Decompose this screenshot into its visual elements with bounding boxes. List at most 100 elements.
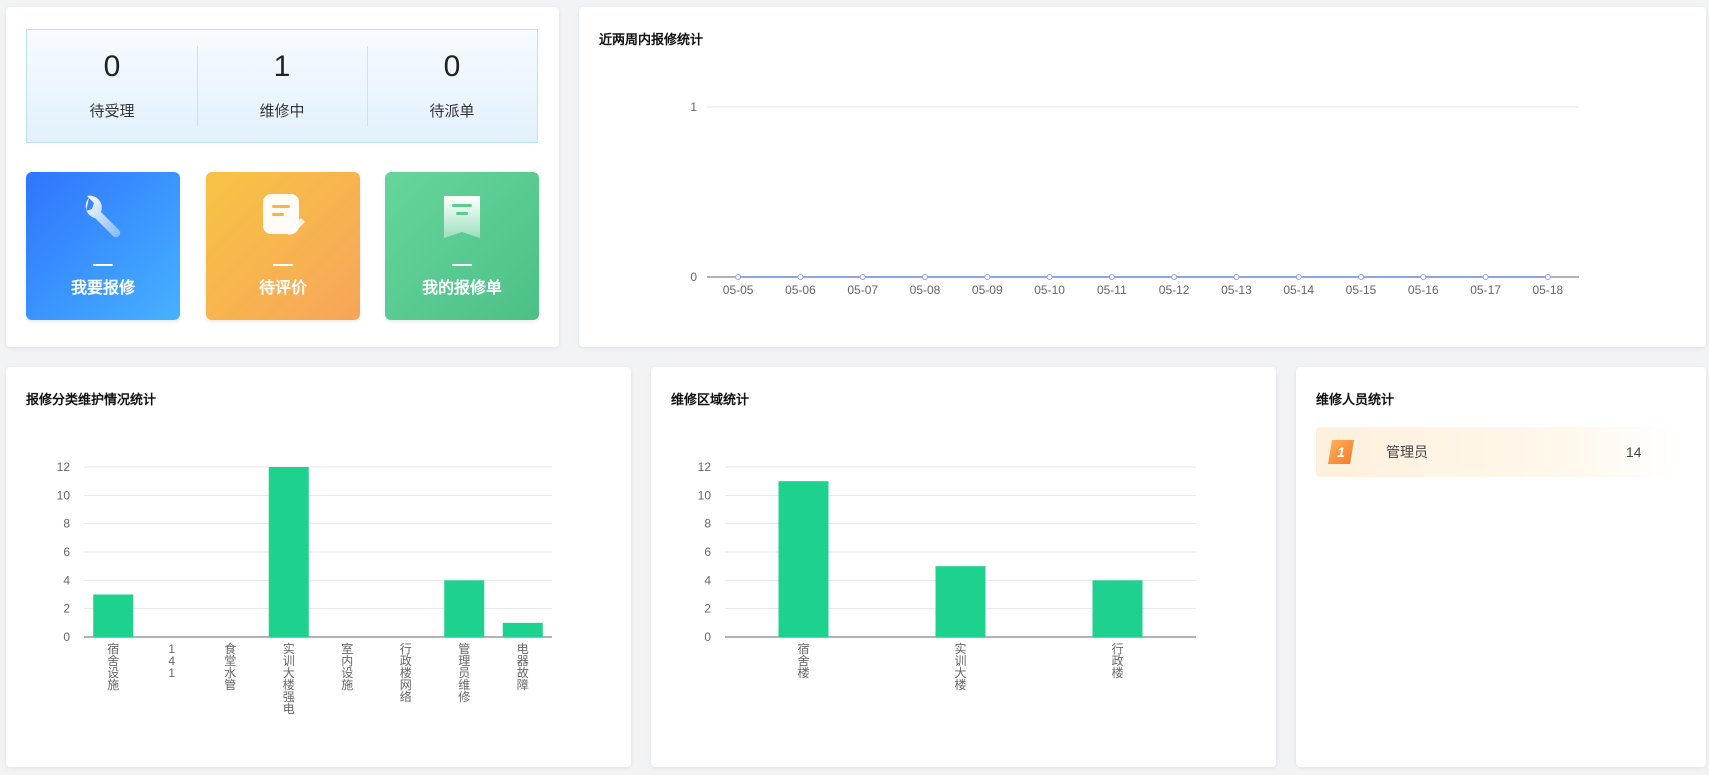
y-tick-label: 4 xyxy=(704,573,711,587)
rank-number: 1 xyxy=(1337,444,1345,460)
divider-dash xyxy=(93,264,113,266)
repair-overview-card: 0 待受理 1 维修中 0 待派单 我要报修 待评价 我的报修单 xyxy=(6,7,559,347)
x-tick-label: 室内设施 xyxy=(341,641,353,692)
data-point xyxy=(1420,274,1427,280)
stat-value: 0 xyxy=(443,49,461,83)
tile-label: 待评价 xyxy=(258,280,307,297)
data-point xyxy=(1233,274,1240,280)
trend-line-chart: 0 1 05-05 05-06 05-07 05-08 05-09 05-10 05-11 05-… xyxy=(690,100,1579,297)
staff-count: 14 xyxy=(1626,444,1642,460)
bar xyxy=(93,594,134,637)
staff-name: 管理员 xyxy=(1386,444,1428,460)
y-tick-label: 10 xyxy=(698,488,712,502)
y-tick-label: 1 xyxy=(690,100,697,114)
data-point xyxy=(1358,274,1364,280)
data-point xyxy=(1171,274,1178,280)
x-tick-label: 05-10 xyxy=(1034,283,1065,297)
y-tick-label: 2 xyxy=(63,602,70,616)
chart-title: 近两周内报修统计 xyxy=(599,32,704,47)
bar xyxy=(778,481,829,637)
x-tick-label: 05-11 xyxy=(1097,283,1127,297)
y-tick-label: 8 xyxy=(63,517,70,531)
x-tick-label: 管理员维修 xyxy=(458,641,470,704)
card-title: 维修人员统计 xyxy=(1316,392,1395,407)
data-point xyxy=(1046,274,1053,280)
repair-order-icon xyxy=(444,196,480,238)
x-tick-label: 实训大楼强电 xyxy=(283,641,295,716)
x-tick-label: 电器故障 xyxy=(517,642,529,692)
x-tick-label: 05-18 xyxy=(1533,283,1564,297)
data-point xyxy=(1295,274,1302,280)
x-tick-label: 05-17 xyxy=(1470,283,1501,297)
chart-title: 报修分类维护情况统计 xyxy=(26,392,157,407)
rank-badge: 1 xyxy=(1328,440,1354,464)
data-point xyxy=(922,274,928,280)
tile-label: 我的报修单 xyxy=(421,280,502,297)
y-tick-label: 0 xyxy=(704,630,711,644)
y-tick-label: 0 xyxy=(690,270,697,284)
y-tick-label: 10 xyxy=(57,488,71,502)
bar xyxy=(1092,580,1143,637)
category-bar-chart: 0 2 4 6 8 10 12 宿舍设施 1 4 1 食堂水管 实训大楼强电 室内设施 行政楼网络 管理员维修… xyxy=(57,460,552,716)
my-repair-orders-button[interactable]: 我的报修单 xyxy=(385,172,539,320)
x-tick-label: 141 xyxy=(168,642,175,680)
data-point xyxy=(1544,274,1551,280)
staff-stats-card: 维修人员统计 1 管理员 14 xyxy=(1296,367,1706,767)
staff-rank-row[interactable]: 1 管理员 14 xyxy=(1316,427,1676,477)
divider-dash xyxy=(452,264,472,266)
data-point xyxy=(735,274,742,280)
y-tick-label: 8 xyxy=(704,517,711,531)
y-tick-label: 6 xyxy=(63,545,70,559)
stat-pending-dispatch[interactable]: 0 待派单 xyxy=(367,30,537,142)
x-tick-label: 05-16 xyxy=(1408,283,1439,297)
category-chart-card: 报修分类维护情况统计 0 2 4 6 8 10 12 宿舍设施 1 4 1 食堂水管 实训大楼强电 室内设… xyxy=(6,367,631,767)
submit-repair-button[interactable]: 我要报修 xyxy=(26,172,180,320)
data-point xyxy=(859,274,866,280)
y-tick-label: 12 xyxy=(57,460,71,474)
bar xyxy=(444,580,485,637)
x-tick-label: 宿舍楼 xyxy=(797,641,809,680)
tile-label: 我要报修 xyxy=(70,280,135,297)
x-tick-label: 实训大楼 xyxy=(954,641,966,692)
trend-chart-card: 近两周内报修统计 0 1 05-05 05-06 05-07 05-08 05-09 05-1… xyxy=(579,7,1706,347)
x-tick-label: 05-15 xyxy=(1346,283,1377,297)
data-point xyxy=(797,274,804,280)
x-tick-label: 05-13 xyxy=(1221,283,1252,297)
pending-evaluation-button[interactable]: 待评价 xyxy=(206,172,360,320)
stat-value: 1 xyxy=(273,49,291,83)
quick-actions: 我要报修 待评价 我的报修单 xyxy=(26,172,539,320)
x-tick-label: 食堂水管 xyxy=(224,641,236,692)
stat-pending-accept[interactable]: 0 待受理 xyxy=(27,30,197,142)
y-tick-label: 12 xyxy=(698,460,712,474)
stat-in-repair[interactable]: 1 维修中 xyxy=(197,30,367,142)
data-point xyxy=(984,274,991,280)
y-tick-label: 0 xyxy=(63,630,70,644)
bar xyxy=(935,566,986,637)
x-tick-label: 05-07 xyxy=(847,283,878,297)
x-tick-label: 行政楼网络 xyxy=(400,642,412,704)
y-tick-label: 4 xyxy=(63,573,70,587)
data-point xyxy=(1108,274,1115,280)
wrench-icon xyxy=(85,195,121,238)
bar xyxy=(502,622,543,637)
region-bar-chart: 0 2 4 6 8 10 12 宿舍楼 实训大楼 行政楼 xyxy=(698,460,1196,692)
x-tick-label: 05-06 xyxy=(785,283,816,297)
stat-label: 维修中 xyxy=(259,102,305,120)
region-chart-card: 维修区域统计 0 2 4 6 8 10 12 宿舍楼 实训大楼 行政楼 xyxy=(651,367,1276,767)
chart-title: 维修区域统计 xyxy=(671,392,750,407)
stat-value: 0 xyxy=(103,49,121,83)
x-tick-label: 宿舍设施 xyxy=(107,641,119,692)
edit-note-icon xyxy=(263,194,305,235)
x-tick-label: 05-09 xyxy=(972,283,1003,297)
x-tick-label: 05-14 xyxy=(1283,283,1314,297)
x-tick-label: 05-08 xyxy=(910,283,941,297)
y-tick-label: 2 xyxy=(704,602,711,616)
y-tick-label: 6 xyxy=(704,545,711,559)
stat-label: 待受理 xyxy=(89,102,135,120)
divider-dash xyxy=(273,264,293,266)
x-tick-label: 05-12 xyxy=(1159,283,1190,297)
x-tick-label: 05-05 xyxy=(723,283,754,297)
data-point xyxy=(1482,274,1489,280)
stat-label: 待派单 xyxy=(429,102,475,120)
bar xyxy=(268,467,309,637)
